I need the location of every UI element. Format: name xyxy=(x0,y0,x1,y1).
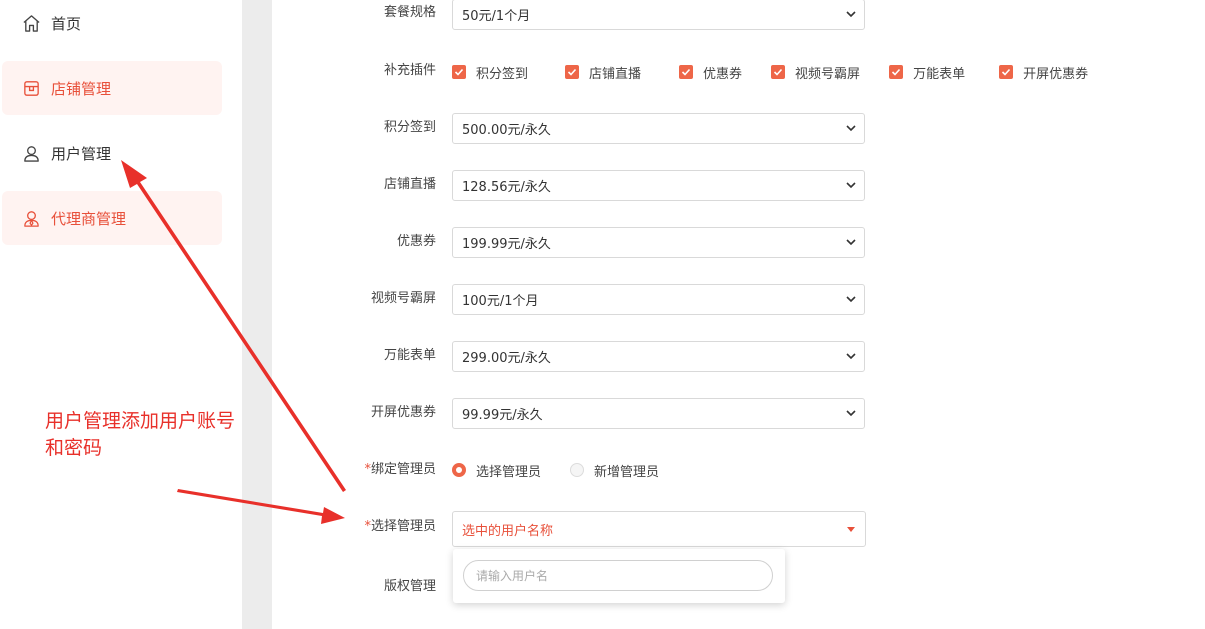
sidebar-item-label: 首页 xyxy=(51,14,82,33)
addon-label: 积分签到 xyxy=(476,66,529,82)
sidebar-item-label: 用户管理 xyxy=(51,144,112,163)
price-select-checkin[interactable]: 500.00元/永久 xyxy=(452,113,865,144)
sidebar-item-label: 代理商管理 xyxy=(51,209,127,228)
caret-down-icon xyxy=(847,527,855,532)
price-label-coupon: 优惠券 xyxy=(396,234,436,249)
copyright-label: 版权管理 xyxy=(383,579,436,594)
store-icon xyxy=(21,78,41,98)
checkmark-icon xyxy=(452,65,466,79)
price-select-video[interactable]: 100元/1个月 xyxy=(452,284,865,315)
annotation-text: 用户管理添加用户账号和密码 xyxy=(45,410,236,459)
radio-on-icon xyxy=(452,463,466,477)
price-value: 128.56元/永久 xyxy=(462,180,551,195)
price-label-splash: 开屏优惠券 xyxy=(370,405,436,420)
addons-label: 补充插件 xyxy=(383,63,436,78)
sidebar: 首页 店铺管理 用户管理 代理商管理 xyxy=(0,0,242,629)
addon-checkbox[interactable]: 积分签到 xyxy=(452,63,528,82)
agent-icon xyxy=(21,208,41,228)
sidebar-item-home[interactable]: 首页 xyxy=(2,0,222,50)
package-label: 套餐规格 xyxy=(383,5,436,20)
addon-label: 开屏优惠券 xyxy=(1023,66,1089,82)
checkmark-icon xyxy=(999,65,1014,79)
chevron-down-icon xyxy=(846,410,856,417)
addon-label: 视频号霸屏 xyxy=(795,66,861,82)
radio-label: 选择管理员 xyxy=(476,464,542,480)
price-label-form: 万能表单 xyxy=(383,348,436,363)
select-admin-label: *选择管理员 xyxy=(330,518,436,536)
sidebar-item-agents[interactable]: 代理商管理 xyxy=(2,191,222,245)
checkmark-icon xyxy=(565,65,580,79)
user-icon xyxy=(21,143,41,163)
select-admin-text: 选择管理员 xyxy=(370,519,436,534)
price-label-checkin: 积分签到 xyxy=(383,120,436,135)
chevron-down-icon xyxy=(846,182,856,189)
sidebar-item-users[interactable]: 用户管理 xyxy=(2,126,222,180)
addon-checkbox[interactable]: 店铺直播 xyxy=(565,63,641,82)
username-search-input[interactable]: 请输入用户名 xyxy=(463,560,773,591)
checkmark-icon xyxy=(679,65,694,79)
price-value: 299.00元/永久 xyxy=(462,351,551,366)
radio-label: 新增管理员 xyxy=(594,464,660,480)
radio-new-admin[interactable]: 新增管理员 xyxy=(570,461,659,480)
bind-admin-text: 绑定管理员 xyxy=(370,462,436,477)
addon-label: 店铺直播 xyxy=(589,66,642,82)
chevron-down-icon xyxy=(846,11,856,18)
price-select-splash[interactable]: 99.99元/永久 xyxy=(452,398,865,429)
checkmark-icon xyxy=(771,65,786,79)
addon-checkbox[interactable]: 视频号霸屏 xyxy=(771,63,860,82)
price-value: 500.00元/永久 xyxy=(462,123,551,138)
chevron-down-icon xyxy=(846,125,856,132)
chevron-down-icon xyxy=(846,353,856,360)
radio-select-admin[interactable]: 选择管理员 xyxy=(452,461,541,480)
price-value: 100元/1个月 xyxy=(462,294,539,309)
select-admin-dropdown[interactable]: 选中的用户名称 xyxy=(452,511,866,547)
package-select[interactable]: 50元/1个月 xyxy=(452,0,865,30)
addon-checkbox[interactable]: 开屏优惠券 xyxy=(999,63,1088,82)
price-select-coupon[interactable]: 199.99元/永久 xyxy=(452,227,865,258)
addon-checkbox[interactable]: 优惠券 xyxy=(679,63,742,82)
home-icon xyxy=(21,13,41,33)
sidebar-item-store[interactable]: 店铺管理 xyxy=(2,61,222,115)
price-select-form[interactable]: 299.00元/永久 xyxy=(452,341,865,372)
chevron-down-icon xyxy=(846,239,856,246)
search-placeholder: 请输入用户名 xyxy=(476,569,549,583)
sidebar-item-label: 店铺管理 xyxy=(51,79,112,98)
price-label-video: 视频号霸屏 xyxy=(370,291,436,306)
select-admin-placeholder: 选中的用户名称 xyxy=(462,523,554,539)
addon-checkbox[interactable]: 万能表单 xyxy=(889,63,965,82)
package-value: 50元/1个月 xyxy=(462,9,531,24)
price-value: 199.99元/永久 xyxy=(462,237,551,252)
bind-admin-label: *绑定管理员 xyxy=(330,461,436,479)
addon-label: 优惠券 xyxy=(703,66,743,82)
layout-divider xyxy=(242,0,272,629)
price-select-live[interactable]: 128.56元/永久 xyxy=(452,170,865,201)
addon-label: 万能表单 xyxy=(913,66,966,82)
checkmark-icon xyxy=(889,65,904,79)
addons-checkbox-group: 积分签到 店铺直播 优惠券 视频号霸屏 万能表单 开屏优惠券 xyxy=(452,62,1088,82)
radio-off-icon xyxy=(570,463,585,477)
price-value: 99.99元/永久 xyxy=(462,408,543,423)
chevron-down-icon xyxy=(846,296,856,303)
price-label-live: 店铺直播 xyxy=(383,177,436,192)
bind-admin-radio-group: 选择管理员 新增管理员 xyxy=(452,460,688,480)
admin-dropdown-panel: 请输入用户名 xyxy=(453,549,785,603)
